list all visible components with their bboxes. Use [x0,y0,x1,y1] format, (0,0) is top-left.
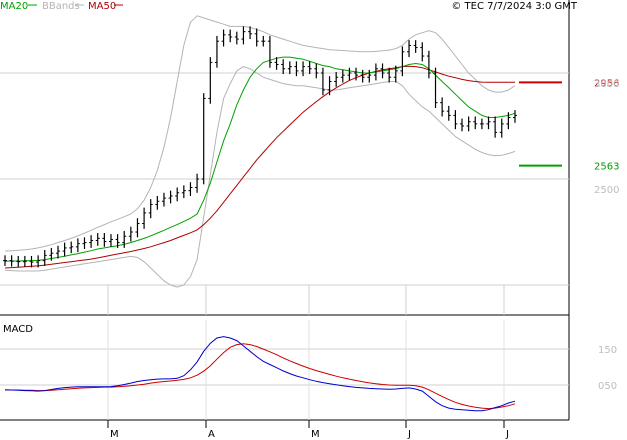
ohlc-bar [281,59,286,75]
ohlc-bar [426,50,431,79]
ohlc-bars [3,26,517,268]
macd-tick-labels: 150 050 [598,345,617,392]
ohlc-bar [499,118,504,138]
ohlc-bar [453,110,458,130]
marker-label: 2563 [594,162,619,173]
ohlc-bar [201,93,206,185]
macd-grid [0,320,569,420]
ohlc-bar [69,241,74,254]
ohlc-bar [214,35,219,68]
ohlc-bar [314,63,319,79]
ohlc-bar [513,110,517,123]
ohlc-bar [446,105,451,121]
copyright: © TEC 7/7/2024 3:0 GMT [451,1,578,12]
ohlc-bar [254,28,259,47]
ohlc-bar [95,233,100,246]
ohlc-bar [261,35,266,47]
ohlc-bar [108,234,113,247]
ohlc-bar [161,192,166,207]
ohlc-bar [473,116,478,130]
ohlc-bar [22,255,27,267]
ohlc-bar [347,67,352,81]
ohlc-bar [267,35,272,68]
legend-bbands-label: BBands [42,1,80,12]
macd-panel: 150 050 MACD [0,320,617,421]
price-tick-label: 2500 [594,185,619,196]
ohlc-bar [42,250,47,266]
ohlc-bar [148,199,153,219]
ohlc-bar [155,195,160,210]
ohlc-bar [75,238,80,253]
ohlc-bar [181,185,186,199]
ohlc-bar [195,173,200,193]
ohlc-bar [62,242,67,257]
month-label: M [110,429,119,440]
ohlc-bar [228,29,233,43]
month-label: J [407,429,411,440]
legend-ma50-label: MA50 [88,1,116,12]
macd-tick-label: 150 [598,345,617,356]
ohlc-bar [486,116,491,130]
ohlc-bar [287,61,292,75]
ohlc-bar [320,67,325,96]
macd-tick-label: 050 [598,381,617,392]
macd-lines [4,336,516,412]
ohlc-bar [16,255,21,267]
ma50-line [4,65,515,269]
ohlc-bar [460,118,465,132]
ma20-line [4,56,516,262]
month-label: M [311,429,320,440]
ohlc-bar [102,233,107,247]
price-panel: 29562563 30002500 [0,0,619,420]
ohlc-bar [128,226,133,242]
moving-averages [4,56,516,269]
ohlc-bar [29,255,34,268]
ohlc-bar [367,69,372,83]
bbands-lower-line [4,66,516,288]
signal-line [5,343,516,410]
ohlc-bar [122,230,127,248]
month-label: J [505,429,509,440]
ohlc-bar [420,42,425,62]
ohlc-bar [135,218,140,238]
legend: MA20 BBands MA50 © TEC 7/7/2024 3:0 GMT [0,1,578,12]
ohlc-bar [3,255,7,266]
x-axis: MAMJJ [107,420,509,440]
ohlc-bar [234,31,239,45]
ohlc-bar [188,182,193,196]
ohlc-bar [89,235,94,248]
ohlc-bar [55,245,60,259]
ohlc-bar [327,76,332,96]
price-tick-label: 3000 [594,79,619,90]
ohlc-bar [413,40,418,53]
ohlc-bar [493,116,498,138]
ohlc-bar [400,46,405,77]
ohlc-bar [175,187,180,202]
ohlc-bar [440,97,445,117]
ohlc-bar [142,207,147,229]
price-tick-labels: 3000 2500 [594,79,619,196]
ohlc-bar [294,61,299,77]
month-label: A [208,429,215,440]
ohlc-bar [340,69,345,83]
macd-title: MACD [3,324,33,335]
bbands-upper-line [4,15,516,252]
ohlc-bar [241,26,246,45]
ohlc-bar [9,255,14,267]
ohlc-bar [307,61,312,75]
bollinger-bands [4,15,516,288]
ohlc-bar [221,29,226,47]
ohlc-bar [466,116,471,132]
ohlc-bar [82,237,87,249]
ohlc-bar [168,190,173,204]
ohlc-bar [407,40,412,58]
ohlc-bar [334,71,339,87]
legend-ma20-label: MA20 [0,1,28,12]
ohlc-bar [301,61,306,77]
ohlc-bar [208,57,213,104]
ohlc-bar [479,118,484,130]
price-grid [0,72,569,315]
stock-chart: 29562563 30002500 150050 MACD MAMJJ MA20… [0,0,619,440]
